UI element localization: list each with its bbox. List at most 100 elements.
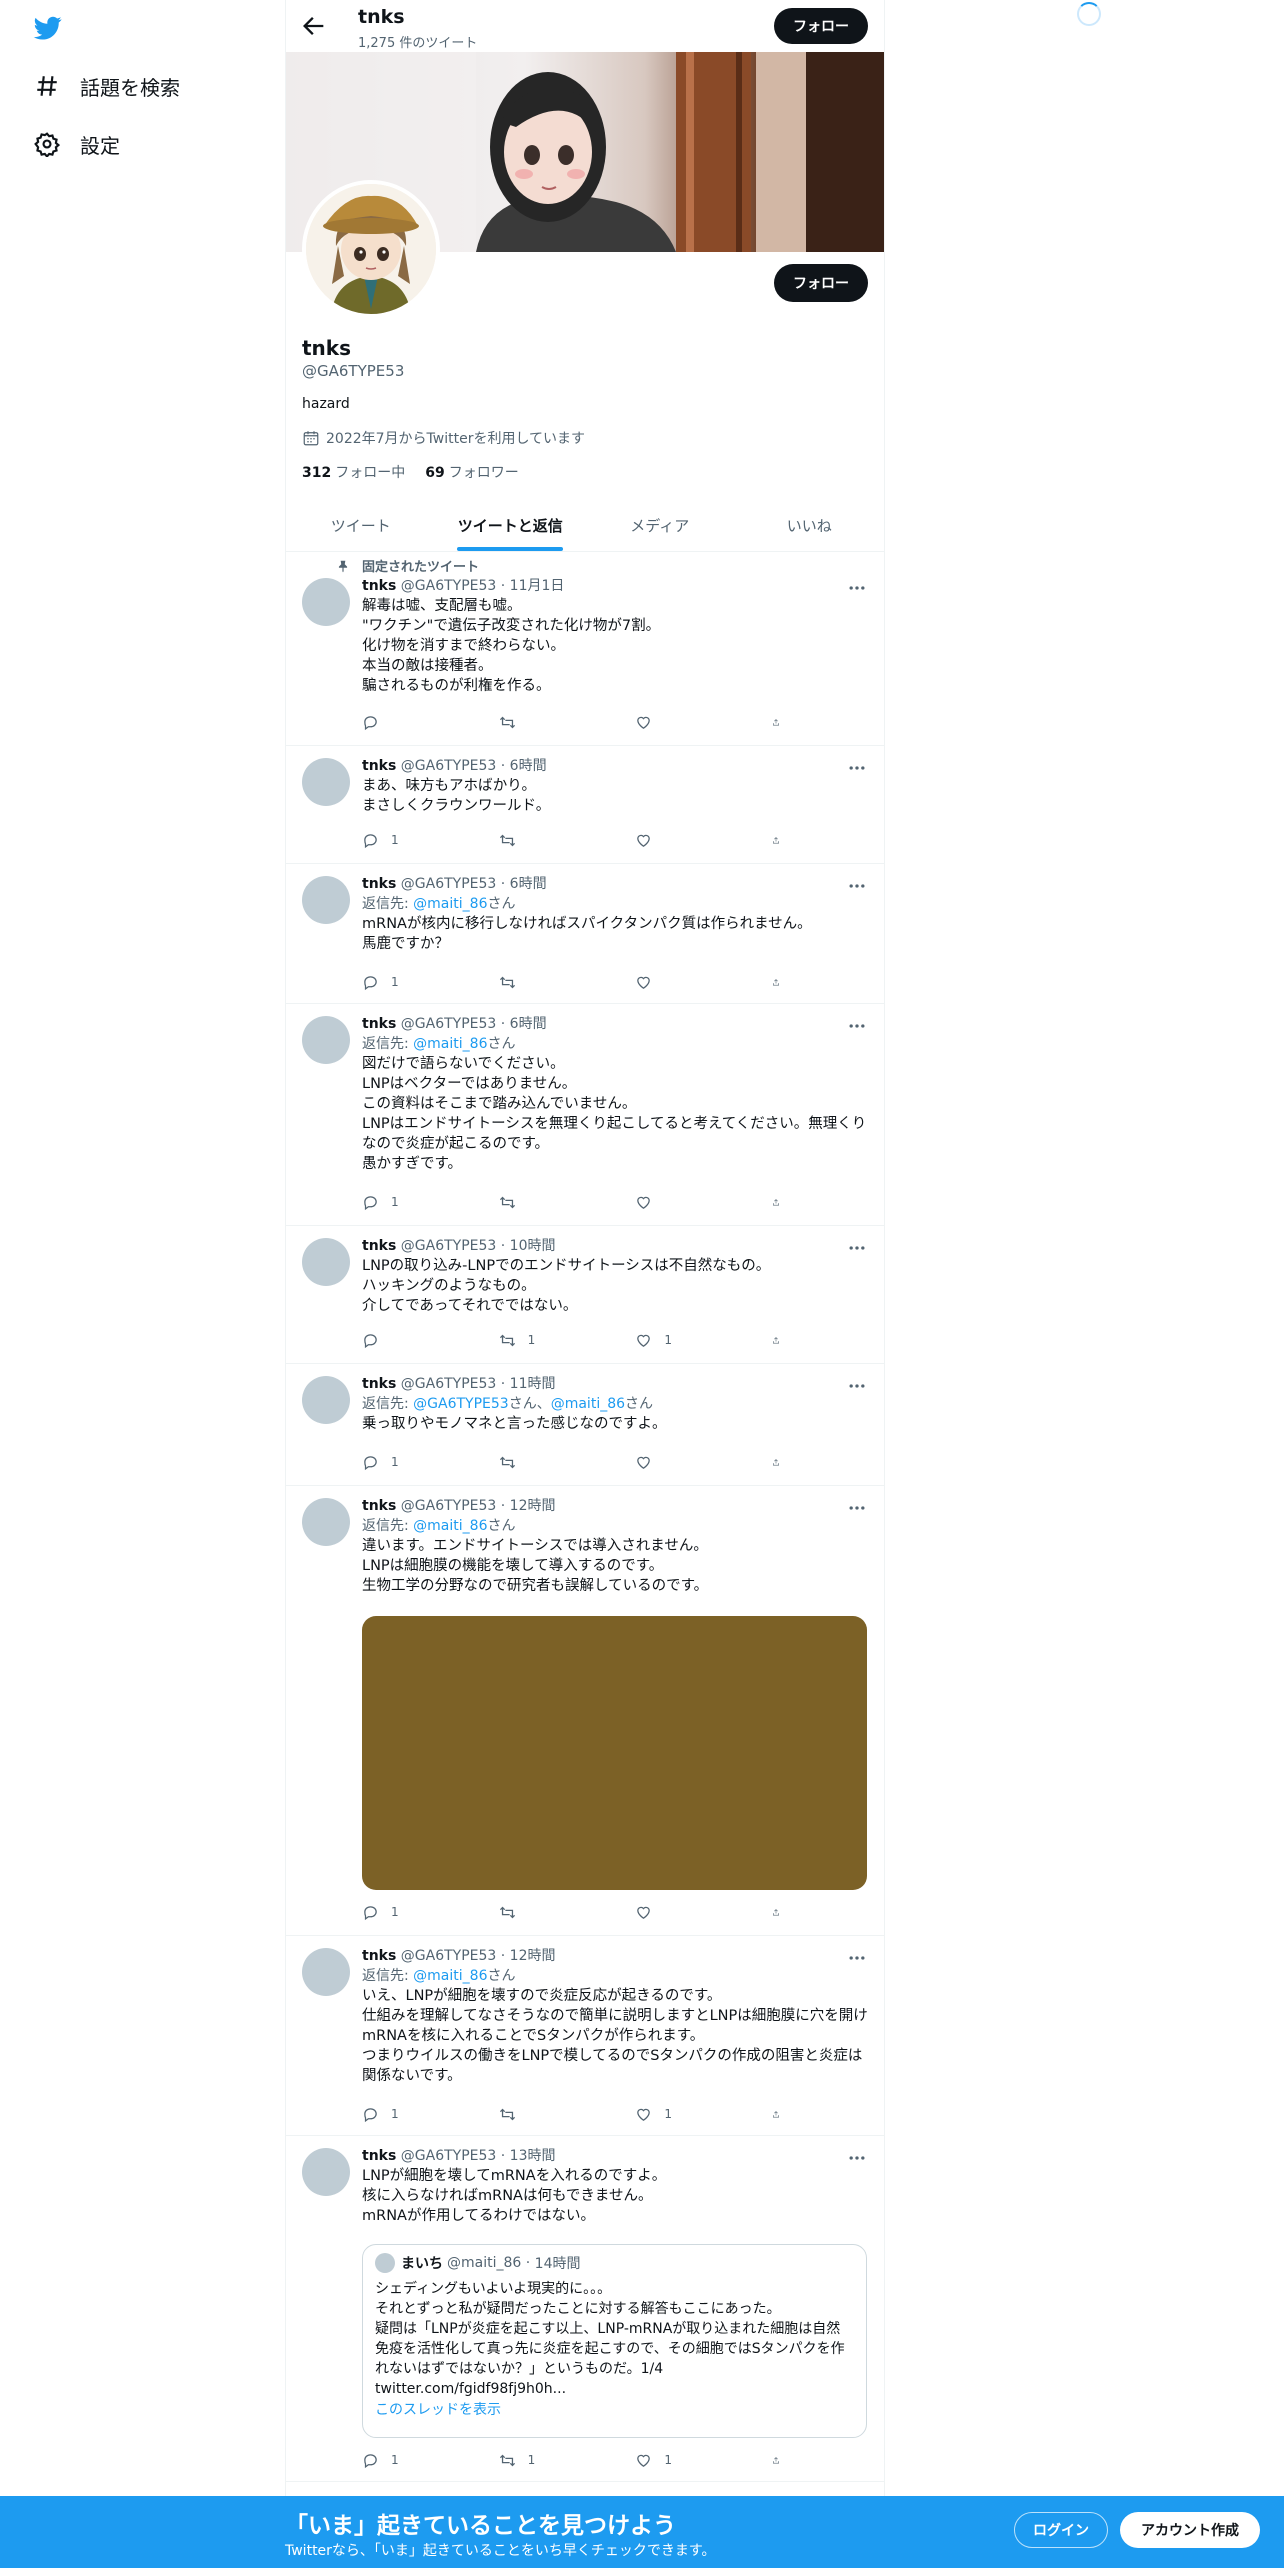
author-handle[interactable]: @GA6TYPE53: [401, 2148, 497, 2164]
tab-tweets[interactable]: ツイート: [286, 500, 436, 551]
reply-button[interactable]: 1: [362, 2450, 458, 2470]
retweet-button[interactable]: [499, 1902, 595, 1922]
avatar[interactable]: [302, 1376, 350, 1424]
quoted-tweet[interactable]: まいち @maiti_86 · 14時間 シェディングもいよいよ現実的に。。。 …: [362, 2244, 867, 2438]
profile-avatar[interactable]: [302, 180, 440, 318]
twitter-logo-icon[interactable]: [32, 14, 64, 42]
author-name[interactable]: tnks: [362, 578, 396, 594]
avatar[interactable]: [302, 1948, 350, 1996]
like-button[interactable]: [635, 712, 731, 732]
reply-button[interactable]: [362, 712, 458, 732]
author-handle[interactable]: @GA6TYPE53: [401, 758, 497, 774]
tweet[interactable]: tnks @GA6TYPE53 · 6時間 まあ、味方もアホばかり。 まさしくク…: [286, 746, 884, 864]
retweet-button[interactable]: [499, 1452, 595, 1472]
like-button[interactable]: [635, 1192, 731, 1212]
more-options-icon[interactable]: [846, 758, 868, 778]
nav-explore[interactable]: 話題を検索: [34, 66, 180, 106]
retweet-button[interactable]: [499, 2104, 595, 2124]
avatar[interactable]: [302, 876, 350, 924]
reply-to-link[interactable]: @maiti_86: [413, 1518, 487, 1534]
tweet-time[interactable]: 13時間: [510, 2148, 556, 2164]
author-handle[interactable]: @GA6TYPE53: [401, 876, 497, 892]
retweet-button[interactable]: 1: [499, 2450, 595, 2470]
tweet[interactable]: tnks @GA6TYPE53 · 10時間 LNPの取り込み-LNPでのエンド…: [286, 1226, 884, 1364]
avatar[interactable]: [302, 1016, 350, 1064]
more-options-icon[interactable]: [846, 578, 868, 598]
create-account-button[interactable]: アカウント作成: [1120, 2512, 1260, 2548]
retweet-button[interactable]: [499, 830, 595, 850]
share-button[interactable]: [772, 1452, 792, 1472]
tweet[interactable]: tnks @GA6TYPE53 · 6時間 返信先: @maiti_86さん m…: [286, 864, 884, 1004]
author-name[interactable]: tnks: [362, 1948, 396, 1964]
avatar[interactable]: [302, 1498, 350, 1546]
author-name[interactable]: tnks: [362, 1238, 396, 1254]
tab-media[interactable]: メディア: [585, 500, 735, 551]
profile-follow-button[interactable]: フォロー: [774, 264, 868, 302]
reply-button[interactable]: 1: [362, 1192, 458, 1212]
author-name[interactable]: tnks: [362, 876, 396, 892]
pinned-tweet[interactable]: 固定されたツイート tnks @GA6TYPE53 · 11月1日 解毒は嘘、支…: [286, 552, 884, 746]
share-button[interactable]: [772, 2450, 792, 2470]
followers-link[interactable]: 69 フォロワー: [425, 462, 518, 482]
reply-button[interactable]: 1: [362, 1902, 458, 1922]
like-button[interactable]: [635, 830, 731, 850]
more-options-icon[interactable]: [846, 1948, 868, 1968]
more-options-icon[interactable]: [846, 1016, 868, 1036]
share-button[interactable]: [772, 712, 792, 732]
author-handle[interactable]: @GA6TYPE53: [401, 1376, 497, 1392]
like-button[interactable]: 1: [635, 1330, 731, 1350]
share-button[interactable]: [772, 1902, 792, 1922]
avatar[interactable]: [302, 2148, 350, 2196]
author-handle[interactable]: @GA6TYPE53: [401, 1948, 497, 1964]
share-button[interactable]: [772, 972, 792, 992]
tweet-time[interactable]: 12時間: [510, 1498, 556, 1514]
reply-button[interactable]: 1: [362, 2104, 458, 2124]
retweet-button[interactable]: [499, 972, 595, 992]
author-name[interactable]: tnks: [362, 2148, 396, 2164]
more-options-icon[interactable]: [846, 1376, 868, 1396]
tweet-time[interactable]: 10時間: [510, 1238, 556, 1254]
back-arrow-icon[interactable]: [300, 12, 328, 40]
like-button[interactable]: 1: [635, 2104, 731, 2124]
like-button[interactable]: [635, 1452, 731, 1472]
share-button[interactable]: [772, 830, 792, 850]
tweet-time[interactable]: 6時間: [510, 1016, 547, 1032]
author-handle[interactable]: @GA6TYPE53: [401, 578, 497, 594]
tweet[interactable]: tnks @GA6TYPE53 · 6時間 返信先: @maiti_86さん 図…: [286, 1004, 884, 1226]
reply-to-link[interactable]: @maiti_86: [413, 1036, 487, 1052]
like-button[interactable]: [635, 972, 731, 992]
reply-to-link[interactable]: @maiti_86: [413, 896, 487, 912]
retweet-button[interactable]: [499, 712, 595, 732]
tweet[interactable]: tnks @GA6TYPE53 · 12時間 返信先: @maiti_86さん …: [286, 1936, 884, 2136]
header-follow-button[interactable]: フォロー: [774, 8, 868, 44]
reply-button[interactable]: [362, 1330, 458, 1350]
avatar[interactable]: [302, 758, 350, 806]
share-button[interactable]: [772, 1330, 792, 1350]
nav-settings[interactable]: 設定: [34, 124, 120, 164]
retweet-button[interactable]: 1: [499, 1330, 595, 1350]
reply-to-link-2[interactable]: @maiti_86: [551, 1396, 625, 1412]
more-options-icon[interactable]: [846, 876, 868, 896]
author-name[interactable]: tnks: [362, 758, 396, 774]
like-button[interactable]: [635, 1902, 731, 1922]
tab-tweets-and-replies[interactable]: ツイートと返信: [436, 500, 586, 551]
tweet-time[interactable]: 6時間: [510, 758, 547, 774]
reply-to-link[interactable]: @maiti_86: [413, 1968, 487, 1984]
reply-button[interactable]: 1: [362, 972, 458, 992]
share-button[interactable]: [772, 2104, 792, 2124]
tab-likes[interactable]: いいね: [735, 500, 885, 551]
tweet-with-quote[interactable]: tnks @GA6TYPE53 · 13時間 LNPが細胞を壊してmRNAを入れ…: [286, 2136, 884, 2482]
more-options-icon[interactable]: [846, 2148, 868, 2168]
author-handle[interactable]: @GA6TYPE53: [401, 1238, 497, 1254]
share-button[interactable]: [772, 1192, 792, 1212]
author-name[interactable]: tnks: [362, 1498, 396, 1514]
avatar[interactable]: [302, 1238, 350, 1286]
reply-button[interactable]: 1: [362, 830, 458, 850]
tweet-time[interactable]: 6時間: [510, 876, 547, 892]
reply-to-link[interactable]: @GA6TYPE53: [413, 1396, 509, 1412]
tweet-time[interactable]: 12時間: [510, 1948, 556, 1964]
author-handle[interactable]: @GA6TYPE53: [401, 1016, 497, 1032]
avatar[interactable]: [302, 578, 350, 626]
tweet-image[interactable]: [362, 1616, 867, 1890]
tweet-time[interactable]: 11月1日: [510, 578, 565, 594]
